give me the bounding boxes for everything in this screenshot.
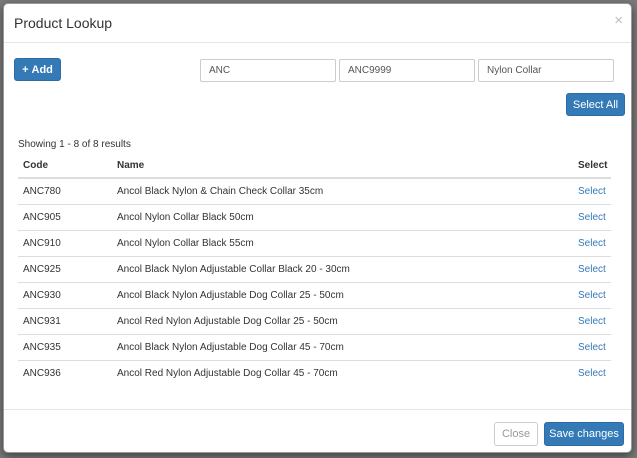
cell-name: Ancol Black Nylon Adjustable Dog Collar … — [112, 282, 573, 309]
table-row: ANC935 Ancol Black Nylon Adjustable Dog … — [18, 334, 611, 361]
modal-title: Product Lookup — [14, 15, 113, 31]
add-button[interactable]: + Add — [14, 58, 61, 81]
header-select: Select — [573, 153, 611, 179]
table-row: ANC780 Ancol Black Nylon & Chain Check C… — [18, 178, 611, 205]
cell-name: Ancol Black Nylon Adjustable Collar Blac… — [112, 256, 573, 283]
name-filter-input[interactable] — [478, 59, 614, 82]
cell-name: Ancol Red Nylon Adjustable Dog Collar 45… — [112, 360, 573, 386]
table-row: ANC910 Ancol Nylon Collar Black 55cm Sel… — [18, 230, 611, 257]
select-link[interactable]: Select — [578, 186, 606, 197]
cell-code: ANC910 — [18, 230, 112, 257]
cell-code: ANC930 — [18, 282, 112, 309]
plus-icon: + — [22, 63, 29, 76]
code-range-filter-input[interactable] — [339, 59, 475, 82]
select-link[interactable]: Select — [578, 238, 606, 249]
table-row: ANC905 Ancol Nylon Collar Black 50cm Sel… — [18, 204, 611, 231]
table-row: ANC930 Ancol Black Nylon Adjustable Dog … — [18, 282, 611, 309]
cell-name: Ancol Nylon Collar Black 50cm — [112, 204, 573, 231]
cell-code: ANC935 — [18, 334, 112, 361]
cell-code: ANC936 — [18, 360, 112, 386]
results-table: Code Name Select ANC780 Ancol Black Nylo… — [18, 153, 611, 386]
cell-name: Ancol Nylon Collar Black 55cm — [112, 230, 573, 257]
select-link[interactable]: Select — [578, 342, 606, 353]
cell-name: Ancol Black Nylon & Chain Check Collar 3… — [117, 186, 324, 197]
cell-code: ANC925 — [18, 256, 112, 283]
table-row: ANC925 Ancol Black Nylon Adjustable Coll… — [18, 256, 611, 283]
table-header-row: Code Name Select — [18, 153, 611, 179]
close-icon[interactable]: × — [614, 13, 623, 28]
table-row: ANC936 Ancol Red Nylon Adjustable Dog Co… — [18, 360, 611, 386]
select-link[interactable]: Select — [578, 212, 606, 223]
table-row: ANC931 Ancol Red Nylon Adjustable Dog Co… — [18, 308, 611, 335]
code-prefix-filter-input[interactable] — [200, 59, 336, 82]
cell-code: ANC780 — [23, 186, 61, 197]
close-button[interactable]: Close — [494, 422, 538, 446]
modal-footer: Close Save changes — [4, 409, 631, 453]
results-count: Showing 1 - 8 of 8 results — [18, 139, 131, 150]
save-changes-button[interactable]: Save changes — [544, 422, 624, 446]
select-link[interactable]: Select — [578, 264, 606, 275]
cell-code: ANC905 — [18, 204, 112, 231]
header-code: Code — [18, 153, 112, 179]
add-button-label: Add — [31, 63, 53, 76]
product-lookup-modal: Product Lookup × + Add Select All Showin… — [3, 3, 632, 453]
select-link[interactable]: Select — [578, 290, 606, 301]
cell-code: ANC931 — [18, 308, 112, 335]
select-link[interactable]: Select — [578, 368, 606, 379]
modal-header: Product Lookup × — [4, 4, 631, 43]
cell-name: Ancol Red Nylon Adjustable Dog Collar 25… — [112, 308, 573, 335]
header-name: Name — [112, 153, 573, 179]
select-all-button[interactable]: Select All — [566, 93, 625, 116]
select-link[interactable]: Select — [578, 316, 606, 327]
cell-name: Ancol Black Nylon Adjustable Dog Collar … — [112, 334, 573, 361]
